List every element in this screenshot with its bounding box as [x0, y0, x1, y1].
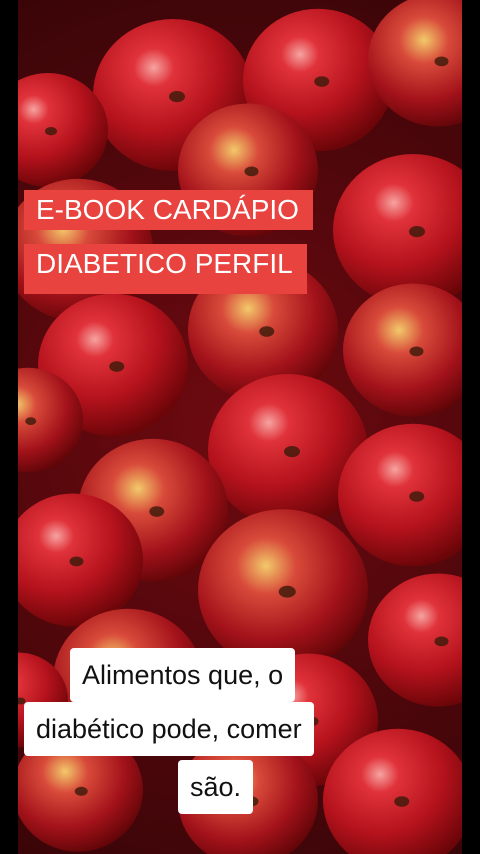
subtitle-line-1: Alimentos que, o [70, 648, 296, 702]
subtitle-line-3: são. [178, 760, 254, 814]
apple [198, 509, 368, 671]
apple [368, 573, 462, 707]
title-caption-line-2: DIABETICO PERFIL [24, 244, 307, 294]
apple [343, 283, 462, 417]
apple [333, 154, 462, 306]
title-caption-line-1: E-BOOK CARDÁPIO [24, 190, 313, 230]
subtitle-line-2: diabético pode, comer [24, 702, 314, 756]
video-screen[interactable]: E-BOOK CARDÁPIO DIABETICO PERFIL Aliment… [0, 0, 480, 854]
